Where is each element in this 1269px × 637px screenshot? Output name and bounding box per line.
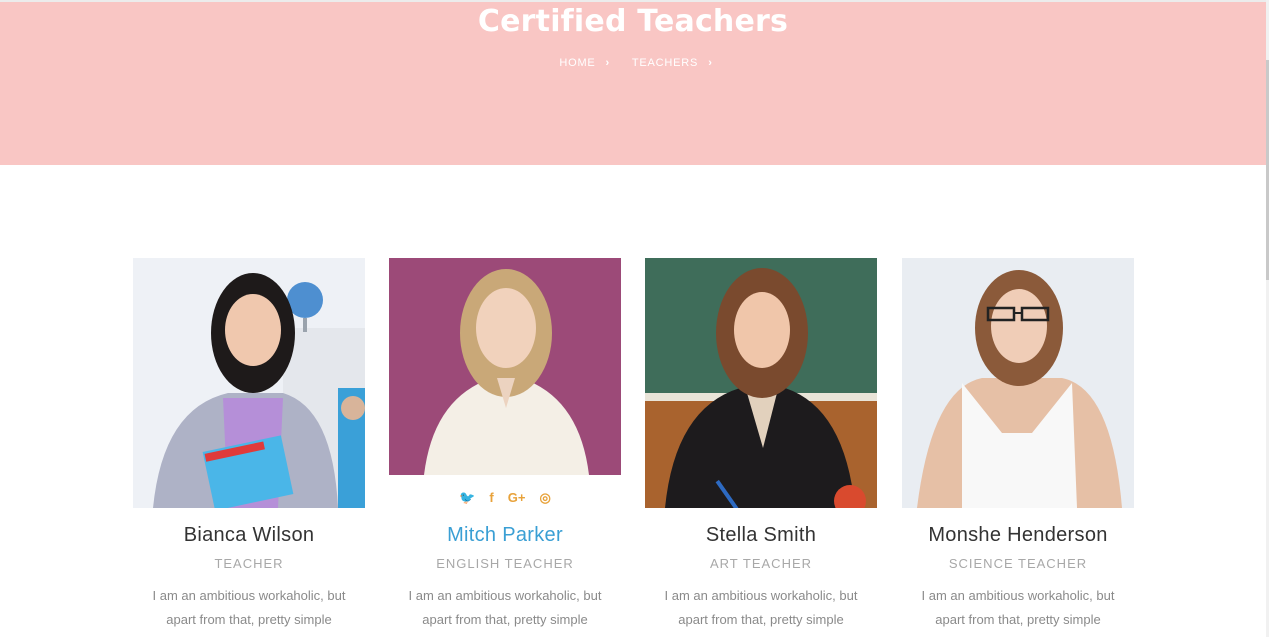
teacher-photo[interactable] xyxy=(133,258,365,508)
teacher-card[interactable]: Stella Smith ART TEACHER I am an ambitio… xyxy=(645,258,877,632)
teacher-card[interactable]: Monshe Henderson SCIENCE TEACHER I am an… xyxy=(902,258,1134,632)
teacher-bio: I am an ambitious workaholic, but apart … xyxy=(664,588,858,627)
breadcrumb-home-label: HOME xyxy=(559,57,596,69)
hero-banner: Certified Teachers HOME › TEACHERS › xyxy=(0,0,1266,165)
breadcrumb-home[interactable]: HOME › xyxy=(553,57,610,69)
teacher-name[interactable]: Bianca Wilson xyxy=(133,524,365,547)
facebook-icon[interactable]: f xyxy=(489,490,493,508)
teacher-name[interactable]: Monshe Henderson xyxy=(902,524,1134,547)
teacher-bio: I am an ambitious workaholic, but apart … xyxy=(921,588,1115,627)
teacher-photo[interactable] xyxy=(645,258,877,508)
instagram-icon[interactable]: ◎ xyxy=(539,490,550,508)
teacher-role: ART TEACHER xyxy=(709,556,813,571)
teacher-name[interactable]: Mitch Parker xyxy=(389,524,621,547)
teacher-name[interactable]: Stella Smith xyxy=(645,524,877,547)
breadcrumb-teachers-label: TEACHERS xyxy=(631,57,699,69)
social-links: 🐦 f G+ ◎ xyxy=(389,490,621,508)
teacher-bio: I am an ambitious workaholic, but apart … xyxy=(408,588,602,627)
teacher-photo[interactable] xyxy=(902,258,1134,508)
teacher-role: SCIENCE TEACHER xyxy=(948,556,1088,571)
teacher-card[interactable]: 🐦 f G+ ◎ Mitch Parker ENGLISH TEACHER I … xyxy=(389,258,621,632)
google-plus-icon[interactable]: G+ xyxy=(508,490,526,508)
page-title: Certified Teachers xyxy=(477,4,789,39)
twitter-icon[interactable]: 🐦 xyxy=(459,490,475,508)
breadcrumb-teachers[interactable]: TEACHERS › xyxy=(626,57,713,69)
teacher-bio: I am an ambitious workaholic, but apart … xyxy=(152,588,346,627)
chevron-right-icon: › xyxy=(605,57,611,69)
breadcrumb: HOME › TEACHERS › xyxy=(0,57,1266,69)
teacher-role: ENGLISH TEACHER xyxy=(436,556,574,571)
teacher-card[interactable]: Bianca Wilson TEACHER I am an ambitious … xyxy=(133,258,365,632)
teacher-role: TEACHER xyxy=(214,556,284,571)
chevron-right-icon: › xyxy=(708,57,713,69)
teacher-photo[interactable]: 🐦 f G+ ◎ xyxy=(389,258,621,508)
